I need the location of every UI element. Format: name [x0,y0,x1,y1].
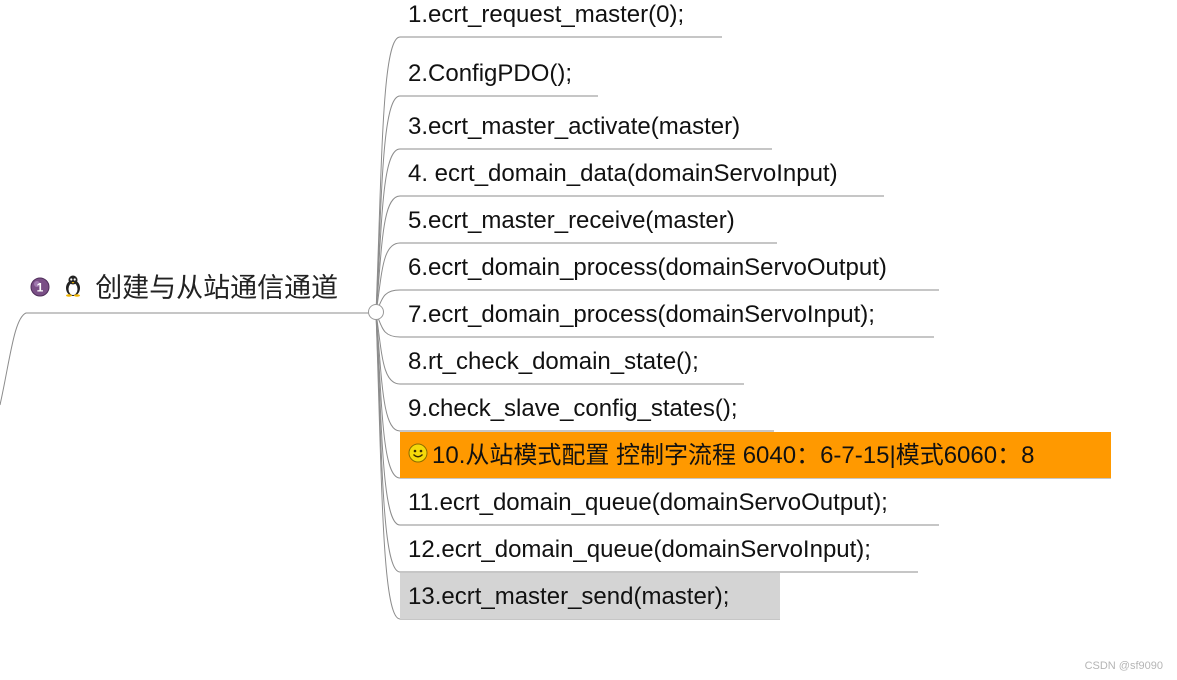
subtopic-6[interactable]: 6.ecrt_domain_process(domainServoOutput) [400,244,939,290]
subtopic-5[interactable]: 5.ecrt_master_receive(master) [400,197,777,243]
subtopic-4[interactable]: 4. ecrt_domain_data(domainServoInput) [400,150,884,196]
subtopic-label: 4. ecrt_domain_data(domainServoInput) [408,159,838,187]
subtopic-9[interactable]: 9.check_slave_config_states(); [400,385,774,431]
subtopic-label: 5.ecrt_master_receive(master) [408,206,735,234]
smiley-face-icon [408,433,428,479]
subtopic-label: 1.ecrt_request_master(0); [408,0,685,28]
subtopic-13[interactable]: 13.ecrt_master_send(master); [400,573,780,619]
subtopic-12[interactable]: 12.ecrt_domain_queue(domainServoInput); [400,526,918,572]
subtopic-10[interactable]: 10.从站模式配置 控制字流程 6040：6-7-15|模式6060：8 [400,432,1111,478]
subtopic-label: 13.ecrt_master_send(master); [408,582,730,610]
subtopic-3[interactable]: 3.ecrt_master_activate(master) [400,103,772,149]
parent-connector [0,312,376,406]
subtopic-11[interactable]: 11.ecrt_domain_queue(domainServoOutput); [400,479,939,525]
subtopic-1[interactable]: 1.ecrt_request_master(0); [400,0,722,37]
subtopic-2[interactable]: 2.ConfigPDO(); [400,50,598,96]
tux-penguin-icon [63,267,83,311]
subtopic-label: 3.ecrt_master_activate(master) [408,112,741,140]
subtopic-7[interactable]: 7.ecrt_domain_process(domainServoInput); [400,291,934,337]
subtopic-label: 7.ecrt_domain_process(domainServoInput); [408,300,875,328]
subtopic-label: 9.check_slave_config_states(); [408,394,738,422]
subtopic-label: 6.ecrt_domain_process(domainServoOutput) [408,253,887,281]
subtopic-label: 2.ConfigPDO(); [408,59,573,87]
subtopic-label: 10.从站模式配置 控制字流程 6040：6-7-15|模式6060：8 [432,441,1035,469]
collapse-toggle[interactable] [368,304,384,320]
watermark: CSDN @sf9090 [1084,660,1163,672]
subtopic-8[interactable]: 8.rt_check_domain_state(); [400,338,744,384]
svg-text:1: 1 [37,280,44,294]
subtopic-label: 11.ecrt_domain_queue(domainServoOutput); [408,488,888,516]
central-topic-label: 创建与从站通信通道 [95,272,339,304]
subtopic-label: 8.rt_check_domain_state(); [408,347,699,375]
central-topic[interactable]: 1 创建与从站通信通道 [30,266,338,310]
priority-1-icon: 1 [30,267,50,311]
subtopic-label: 12.ecrt_domain_queue(domainServoInput); [408,535,871,563]
